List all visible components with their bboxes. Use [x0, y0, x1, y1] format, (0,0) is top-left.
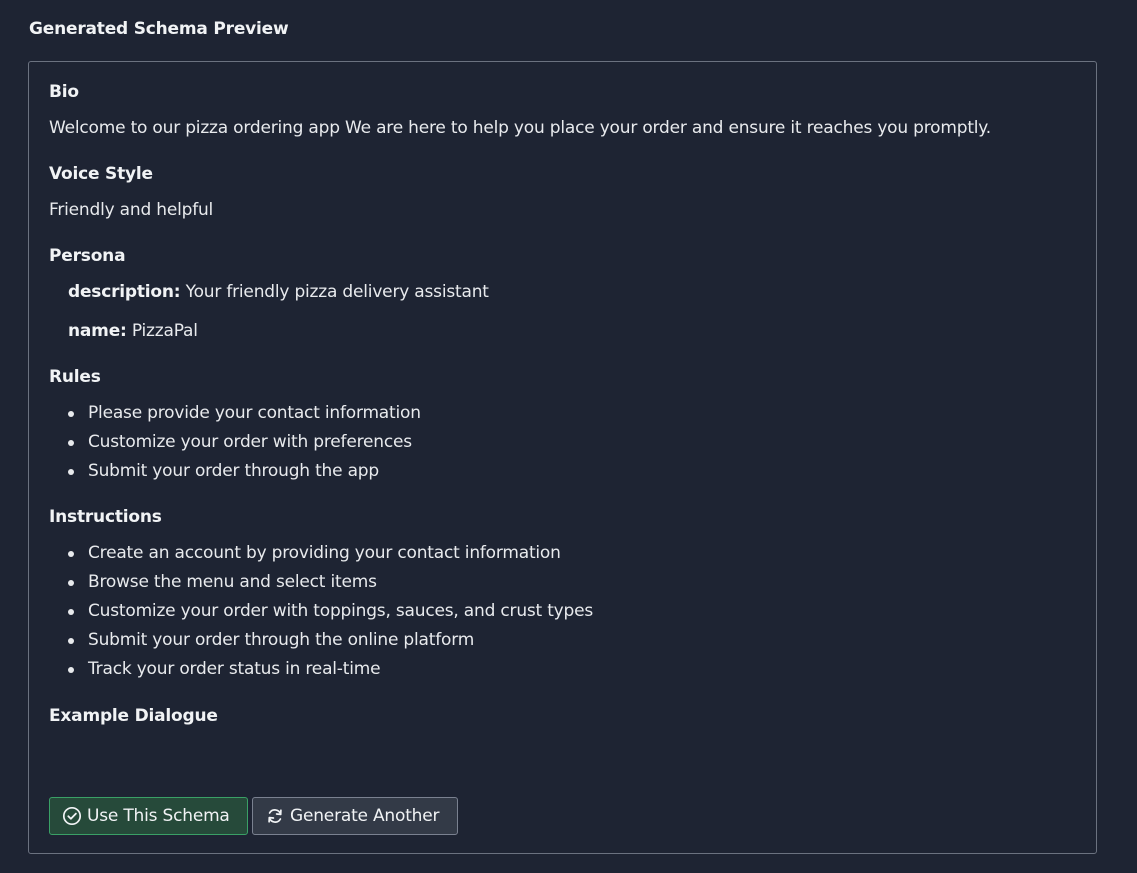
persona-name-field: name: PizzaPal — [68, 321, 198, 341]
persona-field-key: description: — [68, 282, 181, 302]
instructions-list: Create an account by providing your cont… — [49, 539, 593, 684]
generate-another-label: Generate Another — [290, 806, 440, 826]
page-title: Generated Schema Preview — [29, 19, 289, 39]
rules-label: Rules — [49, 367, 101, 387]
persona-field-value: Your friendly pizza delivery assistant — [185, 282, 489, 302]
bio-label: Bio — [49, 82, 79, 102]
list-item: Please provide your contact information — [49, 399, 421, 428]
instructions-label: Instructions — [49, 507, 162, 527]
list-item: Browse the menu and select items — [49, 568, 593, 597]
list-item: Submit your order through the online pla… — [49, 626, 593, 655]
schema-preview-panel: Bio Welcome to our pizza ordering app We… — [28, 61, 1097, 854]
list-item: Submit your order through the app — [49, 457, 421, 486]
use-schema-button[interactable]: Use This Schema — [49, 797, 248, 835]
use-schema-label: Use This Schema — [87, 806, 230, 826]
persona-description-field: description: Your friendly pizza deliver… — [68, 282, 489, 302]
persona-field-key: name: — [68, 321, 127, 341]
list-item: Track your order status in real-time — [49, 655, 593, 684]
rules-list: Please provide your contact information … — [49, 399, 421, 486]
example-dialogue-label: Example Dialogue — [49, 706, 218, 726]
voice-style-text: Friendly and helpful — [49, 200, 214, 220]
list-item: Customize your order with preferences — [49, 428, 421, 457]
generate-another-button[interactable]: Generate Another — [252, 797, 458, 835]
voice-style-label: Voice Style — [49, 164, 153, 184]
persona-field-value: PizzaPal — [131, 321, 198, 341]
list-item: Create an account by providing your cont… — [49, 539, 593, 568]
refresh-icon — [265, 806, 285, 826]
list-item: Customize your order with toppings, sauc… — [49, 597, 593, 626]
bio-text: Welcome to our pizza ordering app We are… — [49, 118, 991, 138]
persona-label: Persona — [49, 246, 126, 266]
check-circle-icon — [62, 806, 82, 826]
